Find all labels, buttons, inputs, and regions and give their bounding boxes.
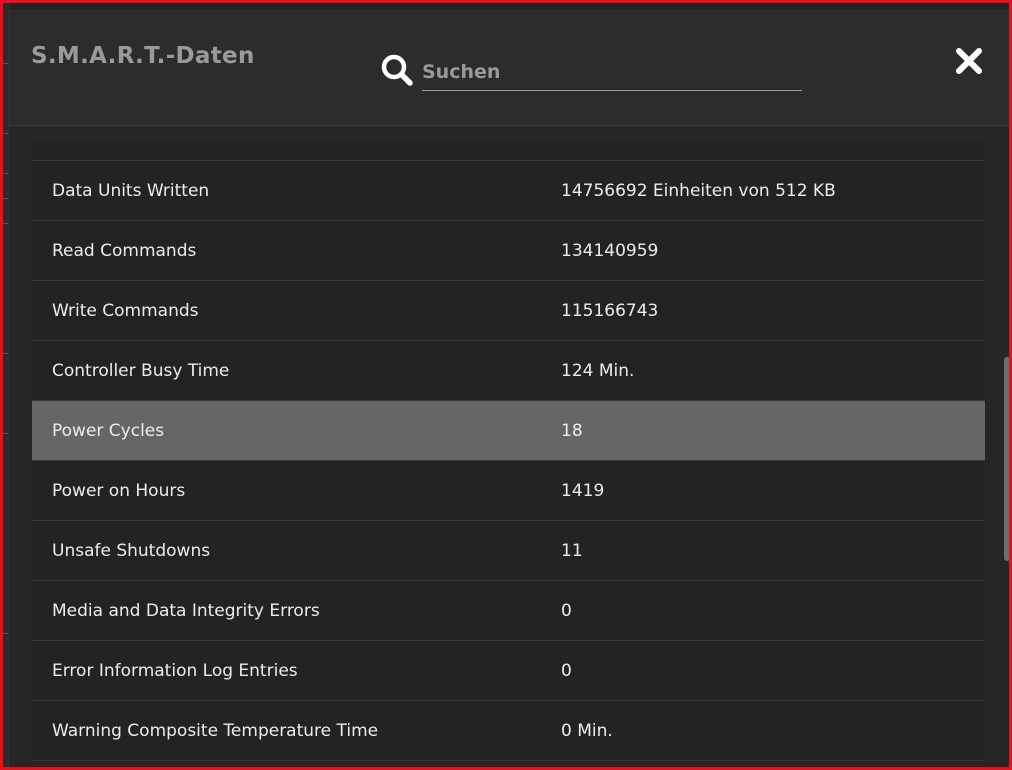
close-icon (953, 48, 985, 81)
attribute-value: 0 (561, 600, 572, 621)
attribute-value: 14756692 Einheiten von 512 KB (561, 180, 836, 201)
attribute-value: 11 (561, 540, 583, 561)
smart-data-dialog: S.M.A.R.T.-Daten Suchen Data Units Writt… (8, 9, 1009, 767)
attribute-name: Power Cycles (52, 420, 165, 441)
attribute-name: Data Units Written (52, 180, 210, 201)
search-field (422, 53, 802, 91)
table-row[interactable]: Error Information Log Entries 0 (32, 641, 985, 701)
attribute-name: Media and Data Integrity Errors (52, 600, 320, 621)
attribute-value: 0 (561, 660, 572, 681)
table-row-selected[interactable]: Power Cycles 18 (32, 401, 985, 461)
table-row[interactable]: Unsafe Shutdowns 11 (32, 521, 985, 581)
table-row[interactable]: Warning Composite Temperature Time 0 Min… (32, 701, 985, 761)
attribute-name: Write Commands (52, 300, 199, 321)
attribute-value: 18 (561, 420, 583, 441)
attribute-name: Error Information Log Entries (52, 660, 298, 681)
scrollbar[interactable] (1002, 141, 1009, 767)
attribute-name: Controller Busy Time (52, 360, 230, 381)
close-button[interactable] (953, 45, 985, 77)
attribute-name: Unsafe Shutdowns (52, 540, 211, 561)
dialog-title: S.M.A.R.T.-Daten (31, 43, 255, 69)
attribute-name: Power on Hours (52, 480, 186, 501)
table-row[interactable]: Power on Hours 1419 (32, 461, 985, 521)
screenshot-frame: S.M.A.R.T.-Daten Suchen Data Units Writt… (0, 0, 1012, 770)
attribute-value: 124 Min. (561, 360, 635, 381)
scrollbar-thumb[interactable] (1004, 357, 1009, 561)
table-row[interactable]: Write Commands 115166743 (32, 281, 985, 341)
attribute-value: 115166743 (561, 300, 659, 321)
attribute-name: Warning Composite Temperature Time (52, 720, 379, 741)
table-row[interactable]: Data Units Written 14756692 Einheiten vo… (32, 161, 985, 221)
attribute-value: 1419 (561, 480, 605, 501)
table-row[interactable]: Read Commands 134140959 (32, 221, 985, 281)
attribute-name: Read Commands (52, 240, 197, 261)
table-row[interactable]: Controller Busy Time 124 Min. (32, 341, 985, 401)
search-icon (380, 53, 414, 87)
attribute-value: 0 Min. (561, 720, 613, 741)
table-row (32, 141, 985, 161)
attribute-value: 134140959 (561, 240, 659, 261)
smart-data-table: Data Units Written 14756692 Einheiten vo… (32, 141, 985, 767)
table-row[interactable]: Media and Data Integrity Errors 0 (32, 581, 985, 641)
search-input[interactable] (422, 53, 802, 90)
dialog-header: S.M.A.R.T.-Daten (9, 9, 1009, 126)
